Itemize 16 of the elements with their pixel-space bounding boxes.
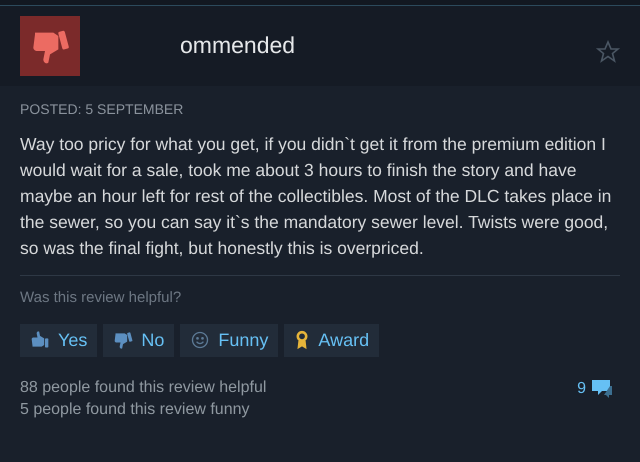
vote-button[interactable]: Award: [284, 324, 380, 356]
vote-button[interactable]: Yes: [20, 324, 98, 356]
vote-button[interactable]: No: [103, 324, 174, 356]
funny-count: 5 people found this review funny: [20, 400, 250, 420]
review-text: Way too pricy for what you get, if you didn`t get it from the premium edition I would wait for a sale, took me about 3 hours to finish the story and have maybe an hour left for rest of the collectibles. Most of the DLC takes place in the sewer, so you can say it`s the mandatory sewer level. Twists were good, so was the final fight, but honestly this is overpriced.: [20, 133, 612, 260]
thumbs-down-icon: [113, 330, 134, 350]
review-verdict: ommended: [180, 31, 296, 60]
comment-count[interactable]: 9: [577, 376, 586, 400]
award-ribbon-icon: [294, 330, 310, 350]
helpful-count: 88 people found this review helpful: [20, 378, 266, 398]
helpful-question: Was this review helpful?: [20, 288, 182, 308]
smiley-icon: [190, 330, 210, 350]
vote-button[interactable]: Funny: [180, 324, 278, 356]
star-icon[interactable]: [596, 40, 620, 64]
posted-date: POSTED: 5 SEPTEMBER: [20, 100, 184, 119]
thumbs-up-icon: [30, 330, 50, 350]
